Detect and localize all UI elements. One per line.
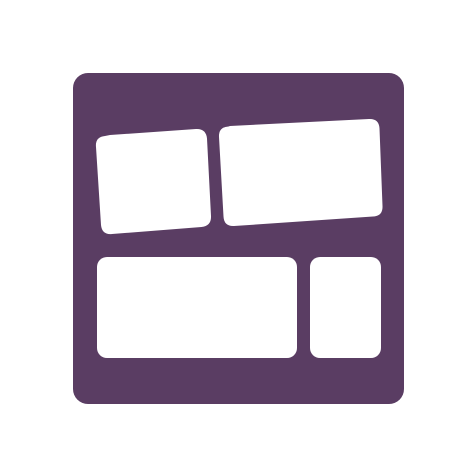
logo-canvas (0, 0, 475, 475)
photo-tile-top-left (95, 128, 212, 235)
layout-collage-icon (73, 73, 404, 404)
photo-tile-bottom-right (310, 257, 381, 358)
photo-tile-bottom-left (97, 257, 297, 358)
photo-tile-top-right (218, 118, 383, 227)
